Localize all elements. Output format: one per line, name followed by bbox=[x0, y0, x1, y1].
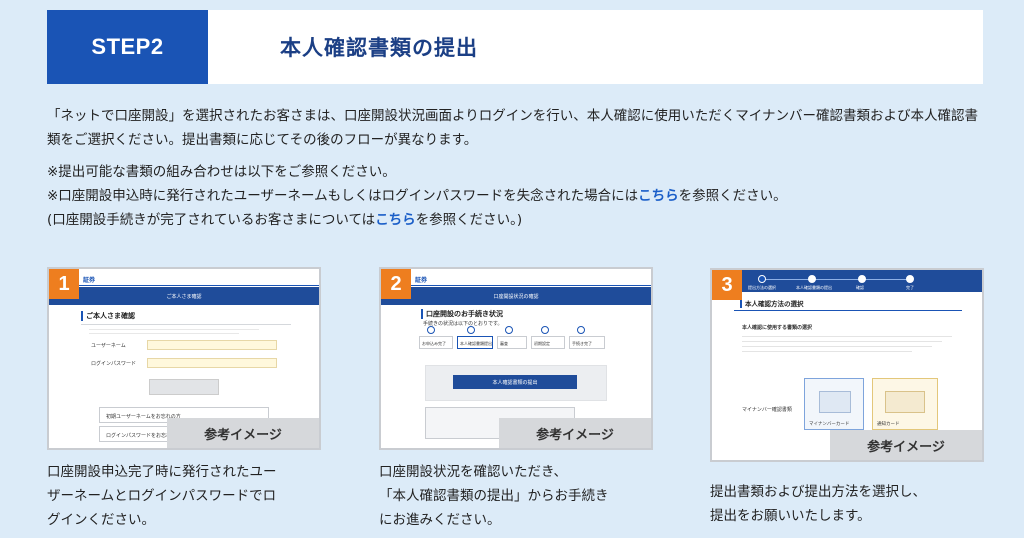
step-label: お申込み完了 bbox=[422, 341, 446, 346]
progress-step: 審査 bbox=[497, 336, 527, 349]
step-card-1: 1 証券 ご本人さま確認 ご本人さま確認 ユーザーネーム ログインパスワード 初… bbox=[47, 267, 321, 450]
progress-dot bbox=[577, 326, 585, 334]
section-title: 本人確認書類の提出 bbox=[280, 36, 478, 60]
step-label: 初期設定 bbox=[534, 341, 550, 346]
progress-dot bbox=[541, 326, 549, 334]
note-line-1: ※提出可能な書類の組み合わせは以下をご参照ください。 bbox=[47, 164, 396, 180]
caption-line: 口座開設申込完了時に発行されたユー bbox=[47, 464, 277, 480]
step-label: 確認 bbox=[856, 285, 864, 290]
password-label: ログインパスワード bbox=[91, 361, 137, 367]
divider bbox=[89, 333, 239, 334]
username-label: ユーザーネーム bbox=[91, 343, 126, 349]
caption-line: グインください。 bbox=[47, 512, 155, 528]
doc-type-label: マイナンバー確認書類 bbox=[742, 407, 792, 413]
divider bbox=[381, 285, 651, 286]
option-label: 通知カード bbox=[877, 422, 900, 427]
step-number-badge: 2 bbox=[381, 269, 411, 299]
divider bbox=[734, 310, 962, 311]
card-icon bbox=[885, 391, 925, 413]
note-text: を参照ください。 bbox=[678, 188, 787, 204]
step-header: STEP2 本人確認書類の提出 bbox=[47, 10, 983, 84]
step-card-3: 3 提出方法の選択 本人確認書類の提出 確認 完了 本人確認方法の選択 本人確認… bbox=[710, 268, 984, 462]
divider bbox=[49, 285, 319, 286]
reference-image-label: 参考イメージ bbox=[499, 418, 651, 448]
progress-dot bbox=[427, 326, 435, 334]
caption-line: 「本人確認書類の提出」からお手続き bbox=[379, 488, 609, 504]
divider bbox=[81, 324, 291, 325]
divider bbox=[742, 346, 932, 347]
note-text: ※口座開設申込時に発行されたユーザーネームもしくはログインパスワードを失念された… bbox=[47, 188, 639, 204]
option-notice-card: 通知カード bbox=[872, 378, 938, 430]
step-label: 審査 bbox=[500, 341, 508, 346]
step-number-badge: 1 bbox=[49, 269, 79, 299]
divider bbox=[742, 336, 952, 337]
intro-text: 「ネットで口座開設」を選択されたお客さまは、口座開設状況画面よりログインを行い、… bbox=[47, 108, 978, 148]
step-number-badge: 3 bbox=[712, 270, 742, 300]
step-badge: STEP2 bbox=[47, 10, 208, 84]
brand-logo: 証券 bbox=[415, 277, 428, 284]
progress-step: お申込み完了 bbox=[419, 336, 453, 349]
progress-step-current: 本人確認書類提出 bbox=[457, 336, 493, 349]
login-button bbox=[149, 379, 219, 395]
card-2-caption: 口座開設状況を確認いただき、 「本人確認書類の提出」からお手続き にお進みくださ… bbox=[379, 460, 669, 532]
screen-title-band: 口座開設状況の確認 bbox=[381, 287, 651, 305]
step-label: 手続き完了 bbox=[572, 341, 592, 346]
password-field bbox=[147, 358, 277, 368]
submit-id-docs-button: 本人確認書類の提出 bbox=[453, 375, 577, 389]
caption-line: 口座開設状況を確認いただき、 bbox=[379, 464, 568, 480]
progress-dot bbox=[758, 275, 766, 283]
step-label: 完了 bbox=[906, 285, 914, 290]
progress-step: 手続き完了 bbox=[569, 336, 605, 349]
note-line-2: ※口座開設申込時に発行されたユーザーネームもしくはログインパスワードを失念された… bbox=[47, 184, 987, 208]
option-label: マイナンバーカード bbox=[809, 422, 850, 427]
step-card-2: 2 証券 口座開設状況の確認 口座開設のお手続き状況 手続きの状況は以下のとおり… bbox=[379, 267, 653, 450]
username-field bbox=[147, 340, 277, 350]
progress-dot bbox=[906, 275, 914, 283]
screen-subtext: 本人確認に使用する書類の選択 bbox=[742, 325, 813, 331]
note-text: (口座開設手続きが完了されているお客さまについては bbox=[47, 212, 376, 228]
step-label: 本人確認書類提出 bbox=[460, 341, 492, 346]
caption-line: 提出をお願いいたします。 bbox=[710, 508, 871, 524]
progress-line bbox=[760, 279, 910, 280]
caption-line: 提出書類および提出方法を選択し、 bbox=[710, 484, 926, 500]
screen-heading: ご本人さま確認 bbox=[81, 311, 135, 321]
screen-heading: 口座開設のお手続き状況 bbox=[421, 309, 503, 319]
caption-line: ザーネームとログインパスワードでロ bbox=[47, 488, 277, 504]
progress-dot bbox=[808, 275, 816, 283]
divider bbox=[742, 351, 912, 352]
card-icon bbox=[819, 391, 851, 413]
note-text: を参照ください。) bbox=[415, 212, 523, 228]
screen-heading: 本人確認方法の選択 bbox=[740, 298, 804, 308]
divider bbox=[89, 329, 259, 330]
progress-step: 初期設定 bbox=[531, 336, 565, 349]
progress-dot bbox=[858, 275, 866, 283]
note-line-3: (口座開設手続きが完了されているお客さまについてはこちらを参照ください。) bbox=[47, 208, 987, 232]
reference-image-label: 参考イメージ bbox=[830, 430, 982, 460]
brand-logo: 証券 bbox=[83, 277, 96, 284]
completed-customers-link[interactable]: こちら bbox=[375, 212, 416, 228]
card-3-caption: 提出書類および提出方法を選択し、 提出をお願いいたします。 bbox=[710, 480, 1000, 528]
step-label: 提出方法の選択 bbox=[748, 285, 776, 290]
option-mynumber-card: マイナンバーカード bbox=[804, 378, 864, 430]
caption-line: にお進みください。 bbox=[379, 512, 501, 528]
card-1-caption: 口座開設申込完了時に発行されたユー ザーネームとログインパスワードでロ グインく… bbox=[47, 460, 337, 532]
notes: ※提出可能な書類の組み合わせは以下をご参照ください。 ※口座開設申込時に発行され… bbox=[47, 160, 987, 232]
forgot-credentials-link[interactable]: こちら bbox=[638, 188, 679, 204]
reference-image-label: 参考イメージ bbox=[167, 418, 319, 448]
divider bbox=[742, 341, 942, 342]
progress-dot bbox=[505, 326, 513, 334]
step-label: 本人確認書類の提出 bbox=[796, 285, 832, 290]
screen-subtext: 手続きの状況は以下のとおりです。 bbox=[423, 321, 503, 327]
progress-dot bbox=[467, 326, 475, 334]
screen-title-band: ご本人さま確認 bbox=[49, 287, 319, 305]
